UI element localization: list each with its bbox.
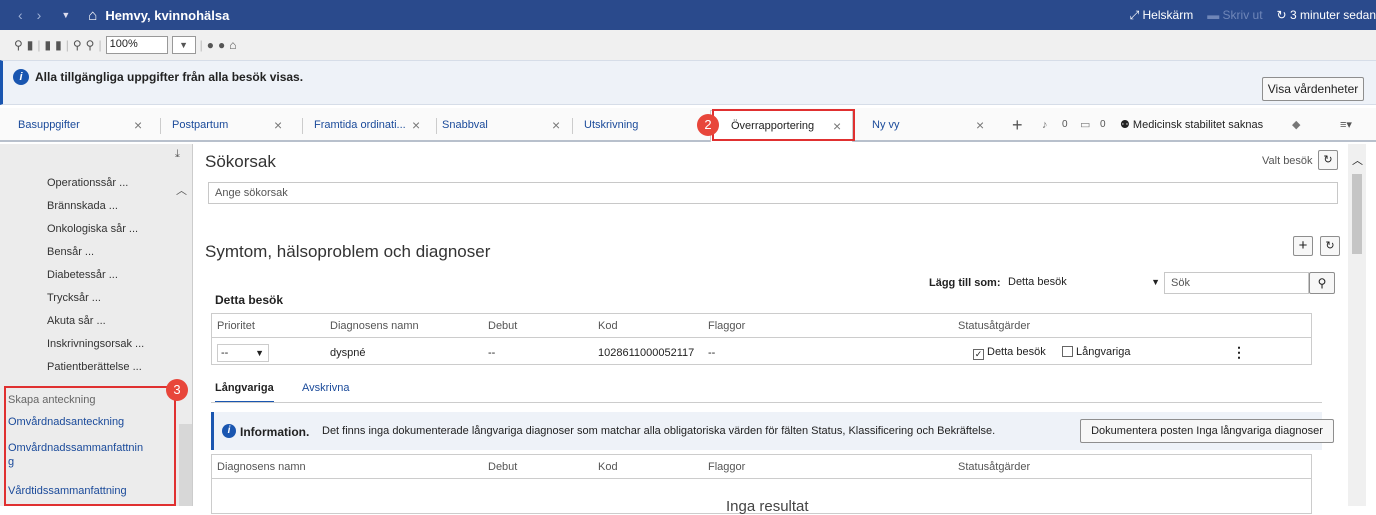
info-title: Information. xyxy=(240,425,310,439)
subtab-avskrivna[interactable]: Avskrivna xyxy=(302,382,349,394)
close-icon[interactable]: × xyxy=(976,108,984,142)
list-item[interactable]: Diabetessår ... xyxy=(47,269,118,281)
circle-icon-2[interactable]: ● xyxy=(218,38,225,52)
tab-postpartum[interactable]: Postpartum × xyxy=(172,108,300,142)
long-term-table: Diagnosens namn Debut Kod Flaggor Status… xyxy=(211,454,1312,515)
window-title: Hemvy, kvinnohälsa xyxy=(105,7,230,23)
section-label-detta-besok: Detta besök xyxy=(215,293,284,307)
checkbox-long-term[interactable]: Långvariga xyxy=(1062,346,1130,358)
list-item[interactable]: Trycksår ... xyxy=(47,292,101,304)
refresh-button-2[interactable]: ↻ xyxy=(1320,236,1340,256)
tab-framtida-ordinationer[interactable]: Framtida ordinati... × xyxy=(314,108,434,142)
zoom-in-icon[interactable]: ⚲ xyxy=(86,38,95,52)
list-item[interactable]: Operationssår ... xyxy=(47,177,128,189)
title-bar: ‹› ▼ ⌂ Hemvy, kvinnohälsa ⤢ Helskärm ▬ S… xyxy=(0,0,1376,30)
main-scrollbar[interactable]: ︿ xyxy=(1348,144,1366,506)
step-badge-3: 3 xyxy=(166,379,188,401)
sidebar-scrollbar[interactable] xyxy=(179,424,192,506)
chevron-up-icon[interactable]: ︿ xyxy=(1352,152,1363,168)
document-no-long-term-button[interactable]: Dokumentera posten Inga långvariga diagn… xyxy=(1080,419,1334,443)
tab-utskrivning[interactable]: Utskrivning xyxy=(584,108,694,142)
tab-ny-vy[interactable]: Ny vy × xyxy=(872,108,992,142)
highlight-tab-box xyxy=(712,109,855,141)
warning-status[interactable]: ⚉ Medicinsk stabilitet saknas xyxy=(1120,108,1263,142)
chevron-down-icon: ▼ xyxy=(255,348,264,358)
count-badge-1: 0 xyxy=(1062,119,1068,130)
checkbox-this-visit[interactable]: ✓ Detta besök xyxy=(973,346,1046,360)
house-icon[interactable]: ⌂ xyxy=(229,38,236,52)
menu-icon[interactable]: ≡▾ xyxy=(1340,108,1352,142)
toolbar: ⚲ ▮ | ▮ ▮ | ⚲ ⚲ | 100% ▼ | ● ● ⌂ xyxy=(0,30,1376,60)
add-as-select[interactable]: Detta besök ▼ xyxy=(1008,272,1164,292)
diagnosis-code: 1028611000052117 xyxy=(598,347,695,359)
list-item[interactable]: Onkologiska sår ... xyxy=(47,223,138,235)
refresh-button[interactable]: ↻ xyxy=(1318,150,1338,170)
main-content: Sökorsak Valt besök ↻ Ange sökorsak Symt… xyxy=(198,144,1348,515)
tag-icon[interactable]: ◆ xyxy=(1292,108,1300,142)
diagnosis-table: Prioritet Diagnosens namn Debut Kod Flag… xyxy=(211,313,1312,365)
search-reason-input[interactable]: Ange sökorsak xyxy=(208,182,1338,204)
chevron-down-icon: ▼ xyxy=(1151,277,1160,287)
print-button[interactable]: ▬ Skriv ut xyxy=(1207,8,1262,22)
scrollbar-thumb[interactable] xyxy=(1352,174,1362,254)
empty-state: Inga resultat xyxy=(726,498,809,515)
bell-icon[interactable]: ♪ xyxy=(1042,108,1048,142)
back-forward-icons[interactable]: ‹› xyxy=(18,7,55,23)
next-page-icon[interactable]: ▮ xyxy=(55,38,62,52)
list-item[interactable]: Inskrivningsorsak ... xyxy=(47,338,144,350)
chevron-up-icon[interactable]: ︿ xyxy=(176,182,187,198)
tab-bar: Basuppgifter × Postpartum × Framtida ordin… xyxy=(0,108,1376,142)
close-icon[interactable]: × xyxy=(412,108,420,142)
home-icon[interactable]: ⌂ xyxy=(88,7,97,24)
print-icon: ▬ xyxy=(1207,8,1223,22)
prev-page-icon[interactable]: ▮ xyxy=(45,38,52,52)
close-icon[interactable]: × xyxy=(134,108,142,142)
tab-snabbval[interactable]: Snabbval × xyxy=(442,108,570,142)
fullscreen-button[interactable]: ⤢ Helskärm xyxy=(1130,8,1194,23)
fullscreen-icon: ⤢ xyxy=(1129,7,1143,22)
info-bar: i Alla tillgängliga uppgifter från alla … xyxy=(0,60,1376,105)
binoculars-icon[interactable]: ⚲ xyxy=(14,38,23,52)
info-text: Alla tillgängliga uppgifter från alla be… xyxy=(35,70,304,84)
search-button[interactable]: ⚲ xyxy=(1309,272,1335,294)
close-icon[interactable]: × xyxy=(552,108,560,142)
diagnosis-name: dyspné xyxy=(330,347,366,359)
more-icon[interactable]: ⋮ xyxy=(1232,344,1246,361)
zoom-out-icon[interactable]: ⚲ xyxy=(73,38,82,52)
subtab-langvariga[interactable]: Långvariga xyxy=(215,382,274,403)
valt-besok-label: Valt besök xyxy=(1262,155,1313,167)
list-item[interactable]: Brännskada ... xyxy=(47,200,118,212)
list-item[interactable]: Akuta sår ... xyxy=(47,315,106,327)
add-button[interactable]: + xyxy=(1293,236,1313,256)
page-icon[interactable]: ▮ xyxy=(27,38,34,52)
priority-select[interactable]: -- ▼ xyxy=(217,344,269,362)
add-tab-icon[interactable]: + xyxy=(1012,108,1023,142)
refresh-icon: ↻ xyxy=(1276,8,1290,22)
refresh-status[interactable]: ↻ 3 minuter sedan xyxy=(1277,8,1376,22)
section-title-symptom: Symtom, hälsoproblem och diagnoser xyxy=(205,242,491,261)
show-units-button[interactable]: Visa vårdenheter xyxy=(1262,77,1364,101)
info-icon: i xyxy=(222,424,236,438)
highlight-sidebar-box xyxy=(4,386,176,506)
count-badge-2: 0 xyxy=(1100,119,1106,130)
inbox-icon[interactable]: ▭ xyxy=(1080,108,1090,142)
step-badge-2: 2 xyxy=(697,114,719,136)
section-title-sokorsak: Sökorsak xyxy=(205,152,276,171)
list-item[interactable]: Patientberättelse ... xyxy=(47,361,142,373)
search-input[interactable]: Sök xyxy=(1164,272,1309,294)
zoom-dropdown[interactable]: ▼ xyxy=(171,36,196,54)
chevron-down-icon[interactable]: ▼ xyxy=(61,10,70,20)
circle-icon[interactable]: ● xyxy=(207,38,214,52)
zoom-input[interactable]: 100% xyxy=(105,36,168,54)
list-item[interactable]: Bensår ... xyxy=(47,246,94,258)
close-icon[interactable]: × xyxy=(274,108,282,142)
info-icon: i xyxy=(13,69,29,85)
tab-basuppgifter[interactable]: Basuppgifter × xyxy=(18,108,158,142)
add-as-label: Lägg till som: xyxy=(929,277,1001,289)
checkmark-icon: ✓ xyxy=(973,349,984,360)
info-message: Det finns inga dokumenterade långvariga … xyxy=(322,425,996,437)
person-icon: ⚉ xyxy=(1120,119,1133,131)
pin-icon[interactable]: ⤓ xyxy=(175,148,180,161)
